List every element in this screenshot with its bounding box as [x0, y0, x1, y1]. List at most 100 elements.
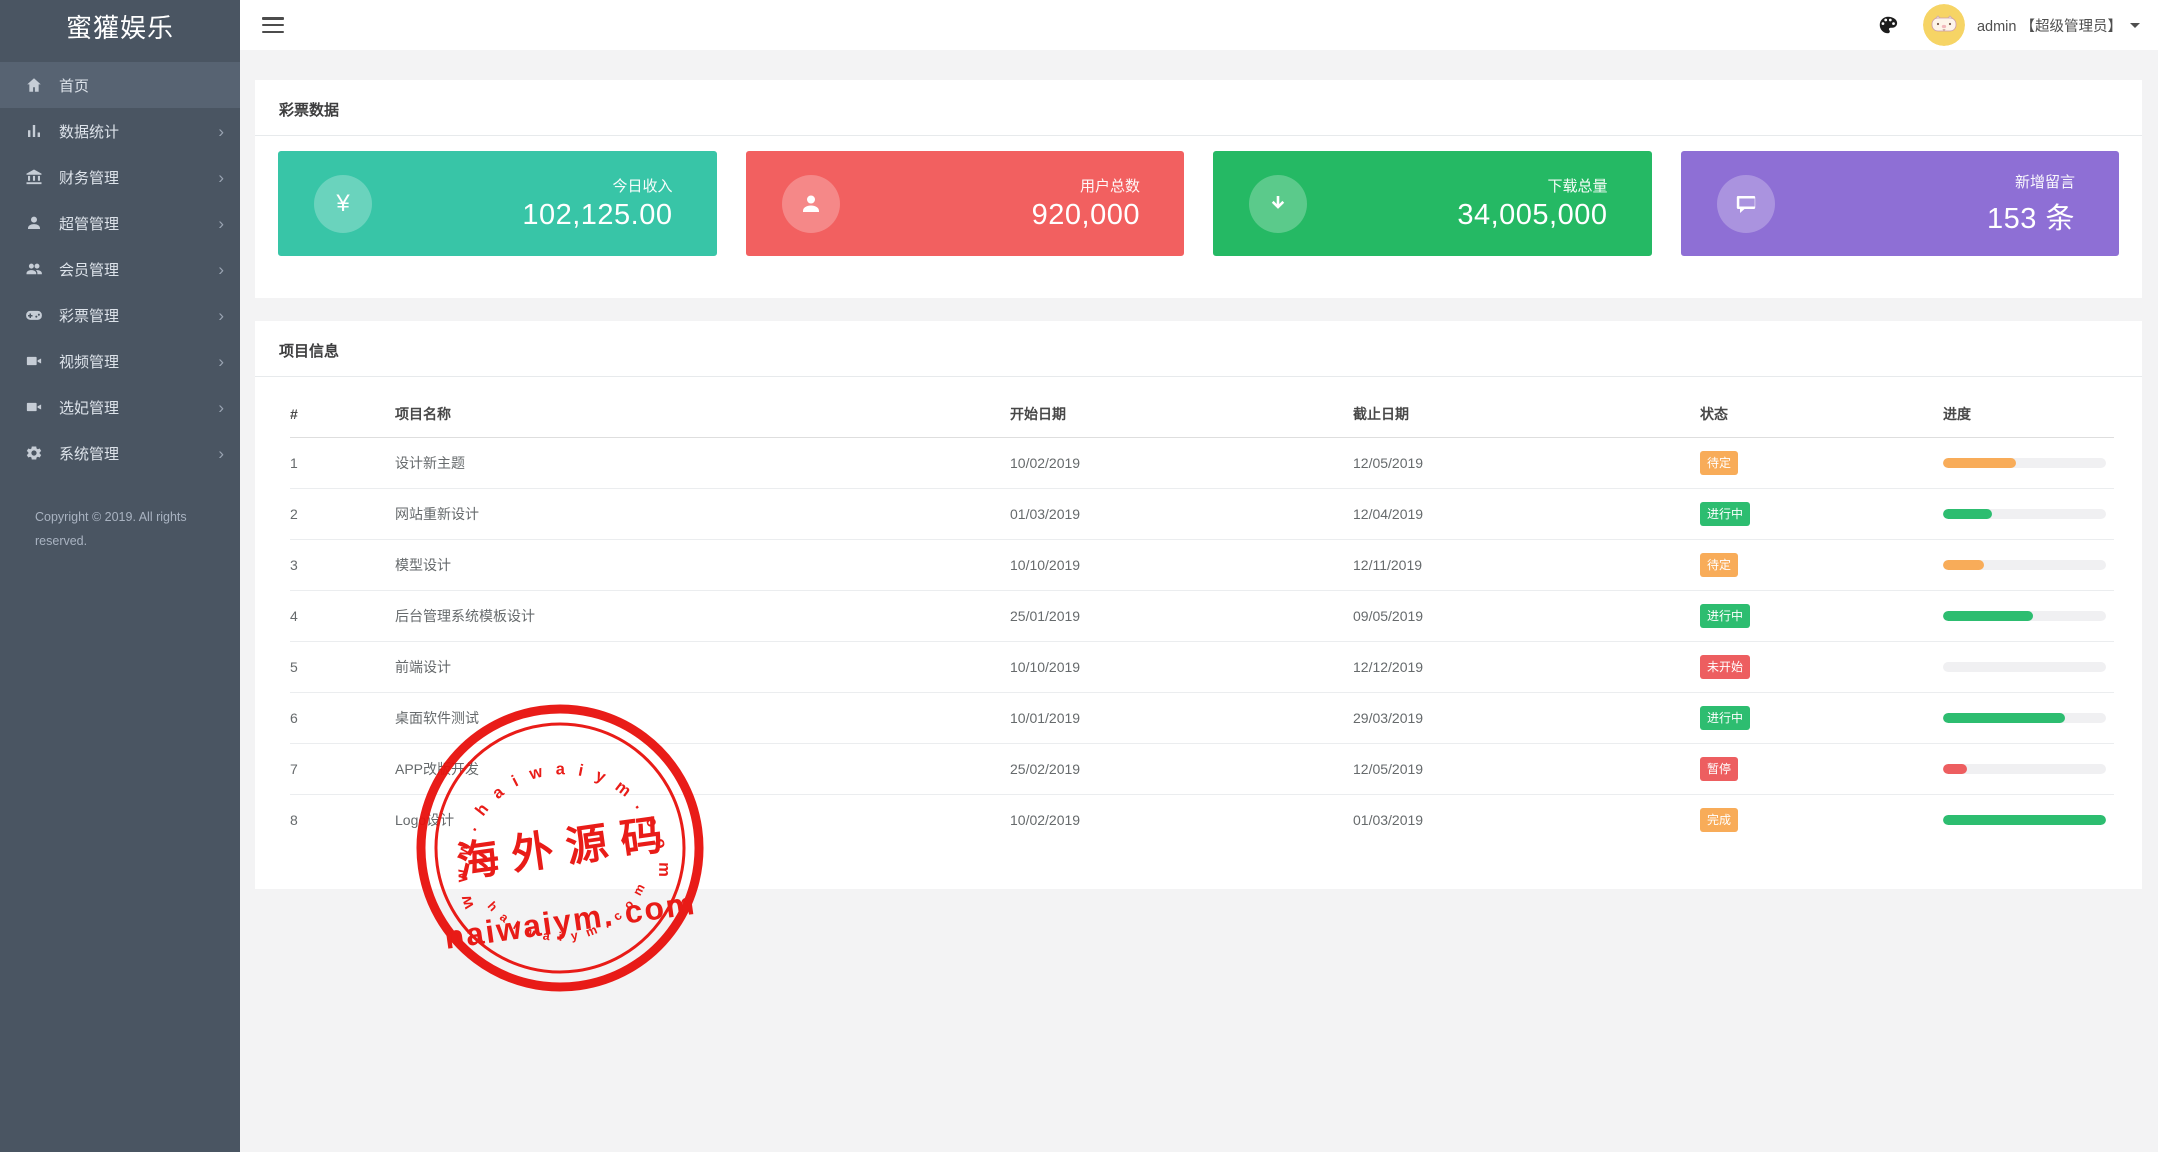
col-progress: 进度: [1943, 387, 2114, 438]
cell-end-date: 29/03/2019: [1353, 693, 1700, 744]
theme-palette-icon[interactable]: [1875, 12, 1901, 38]
table-row: 4后台管理系统模板设计25/01/201909/05/2019进行中: [290, 591, 2114, 642]
cell-index: 8: [290, 795, 395, 846]
cell-name: 网站重新设计: [395, 489, 1010, 540]
sidebar: 蜜獾娱乐 首页数据统计›财务管理›超管管理›会员管理›彩票管理›视频管理›选妃管…: [0, 0, 240, 1152]
status-badge: 进行中: [1700, 604, 1750, 628]
stat-value: 34,005,000: [1457, 199, 1607, 232]
status-badge: 进行中: [1700, 706, 1750, 730]
sidebar-item-2[interactable]: 财务管理›: [0, 154, 240, 200]
table-row: 3模型设计10/10/201912/11/2019待定: [290, 540, 2114, 591]
progress-bar: [1943, 662, 2106, 672]
cell-name: 设计新主题: [395, 438, 1010, 489]
progress-bar: [1943, 560, 2106, 570]
cell-end-date: 12/11/2019: [1353, 540, 1700, 591]
table-row: 5前端设计10/10/201912/12/2019未开始: [290, 642, 2114, 693]
cell-start-date: 25/01/2019: [1010, 591, 1353, 642]
cell-start-date: 10/10/2019: [1010, 642, 1353, 693]
cell-name: APP改版开发: [395, 744, 1010, 795]
stat-card-0: ¥ 今日收入 102,125.00: [278, 151, 717, 256]
gear-icon: [24, 443, 44, 463]
status-badge: 待定: [1700, 451, 1738, 475]
col-status: 状态: [1700, 387, 1943, 438]
projects-table-body: 1设计新主题10/02/201912/05/2019待定2网站重新设计01/03…: [290, 438, 2114, 846]
stat-label: 下载总量: [1457, 175, 1607, 196]
cell-index: 7: [290, 744, 395, 795]
projects-panel: 项目信息 # 项目名称 开始日期 截止日期 状态 进度: [255, 321, 2142, 889]
sidebar-nav: 首页数据统计›财务管理›超管管理›会员管理›彩票管理›视频管理›选妃管理›系统管…: [0, 62, 240, 476]
sidebar-item-5[interactable]: 彩票管理›: [0, 292, 240, 338]
stats-panel-title: 彩票数据: [255, 80, 2142, 136]
col-end-date: 截止日期: [1353, 387, 1700, 438]
cell-name: 桌面软件测试: [395, 693, 1010, 744]
chevron-right-icon: ›: [218, 215, 224, 232]
cell-index: 1: [290, 438, 395, 489]
col-start-date: 开始日期: [1010, 387, 1353, 438]
stat-cards-row: ¥ 今日收入 102,125.00 用户总数 920,000 下载总量 34,005,000…: [255, 136, 2142, 298]
cell-index: 6: [290, 693, 395, 744]
admin-label: admin 【超级管理员】: [1977, 15, 2122, 36]
main-content: 彩票数据 ¥ 今日收入 102,125.00 用户总数 920,000 下载总量 34,00…: [240, 50, 2158, 1152]
sidebar-item-4[interactable]: 会员管理›: [0, 246, 240, 292]
status-badge: 暂停: [1700, 757, 1738, 781]
comment-icon: [1717, 175, 1775, 233]
cell-end-date: 12/05/2019: [1353, 438, 1700, 489]
bank-icon: [24, 167, 44, 187]
cell-index: 3: [290, 540, 395, 591]
brand-title: 蜜獾娱乐: [0, 0, 240, 52]
status-badge: 完成: [1700, 808, 1738, 832]
cell-end-date: 12/12/2019: [1353, 642, 1700, 693]
table-row: 8Logo设计10/02/201901/03/2019完成: [290, 795, 2114, 846]
stat-card-3: 新增留言 153 条: [1681, 151, 2120, 256]
cell-start-date: 10/10/2019: [1010, 540, 1353, 591]
stat-value: 920,000: [1032, 199, 1140, 232]
cell-index: 5: [290, 642, 395, 693]
cell-name: 后台管理系统模板设计: [395, 591, 1010, 642]
progress-bar: [1943, 458, 2106, 468]
avatar[interactable]: [1923, 4, 1965, 46]
status-badge: 进行中: [1700, 502, 1750, 526]
stat-label: 用户总数: [1032, 175, 1140, 196]
sidebar-item-7[interactable]: 选妃管理›: [0, 384, 240, 430]
table-row: 2网站重新设计01/03/201912/04/2019进行中: [290, 489, 2114, 540]
projects-panel-title: 项目信息: [255, 321, 2142, 377]
cell-name: 模型设计: [395, 540, 1010, 591]
video-icon: [24, 397, 44, 417]
col-index: #: [290, 387, 395, 438]
cell-start-date: 25/02/2019: [1010, 744, 1353, 795]
hamburger-menu-icon[interactable]: [262, 17, 284, 33]
table-header-row: # 项目名称 开始日期 截止日期 状态 进度: [290, 387, 2114, 438]
top-header: admin 【超级管理员】: [240, 0, 2158, 50]
stat-label: 新增留言: [1987, 171, 2075, 192]
cell-end-date: 01/03/2019: [1353, 795, 1700, 846]
gamepad-icon: [24, 305, 44, 325]
sidebar-item-0[interactable]: 首页: [0, 62, 240, 108]
stats-panel: 彩票数据 ¥ 今日收入 102,125.00 用户总数 920,000 下载总量 34,00…: [255, 80, 2142, 298]
cell-index: 4: [290, 591, 395, 642]
yen-icon: ¥: [314, 175, 372, 233]
sidebar-item-3[interactable]: 超管管理›: [0, 200, 240, 246]
progress-bar: [1943, 815, 2106, 825]
sidebar-item-6[interactable]: 视频管理›: [0, 338, 240, 384]
stat-card-2: 下载总量 34,005,000: [1213, 151, 1652, 256]
sidebar-item-8[interactable]: 系统管理›: [0, 430, 240, 476]
chevron-right-icon: ›: [218, 169, 224, 186]
cell-name: Logo设计: [395, 795, 1010, 846]
chevron-right-icon: ›: [218, 445, 224, 462]
progress-bar: [1943, 713, 2106, 723]
col-name: 项目名称: [395, 387, 1010, 438]
stat-value: 153 条: [1987, 195, 2075, 237]
cell-start-date: 10/01/2019: [1010, 693, 1353, 744]
chevron-right-icon: ›: [218, 123, 224, 140]
sidebar-item-1[interactable]: 数据统计›: [0, 108, 240, 154]
cell-index: 2: [290, 489, 395, 540]
cell-end-date: 12/04/2019: [1353, 489, 1700, 540]
cell-name: 前端设计: [395, 642, 1010, 693]
admin-dropdown[interactable]: admin 【超级管理员】: [1977, 15, 2140, 36]
chevron-right-icon: ›: [218, 399, 224, 416]
bar-chart-icon: [24, 121, 44, 141]
progress-bar: [1943, 509, 2106, 519]
stat-label: 今日收入: [522, 175, 672, 196]
stat-value: 102,125.00: [522, 199, 672, 232]
cell-start-date: 01/03/2019: [1010, 489, 1353, 540]
